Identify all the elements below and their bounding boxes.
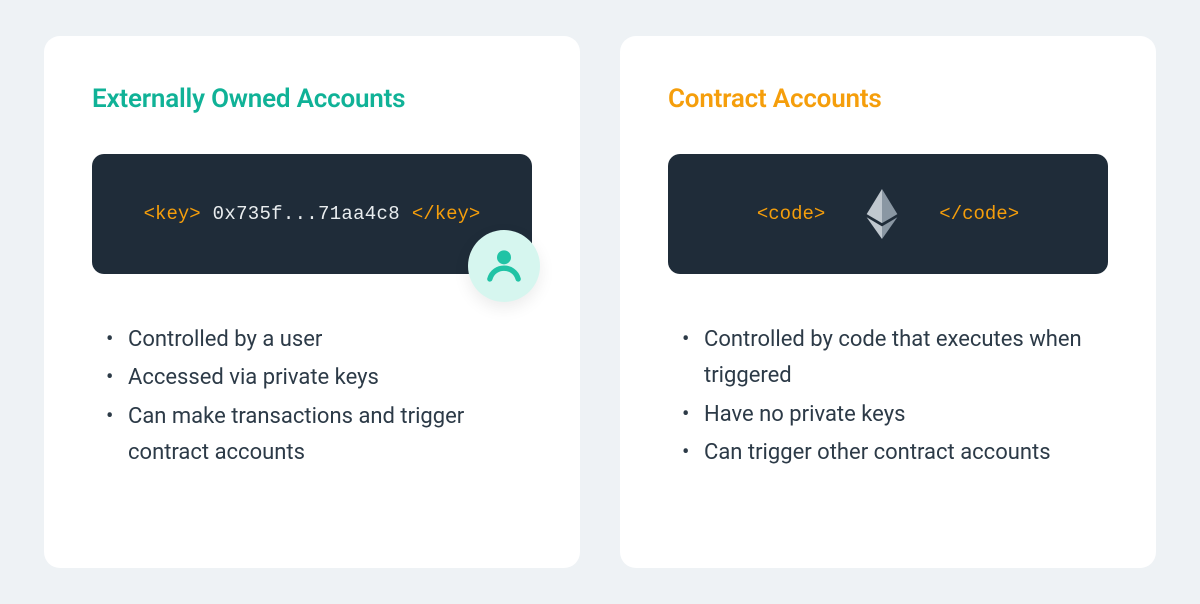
contract-title: Contract Accounts [668,84,1108,114]
eoa-codebox-wrap: <key> 0x735f...71aa4c8 </key> [92,154,532,274]
eoa-open-tag: <key> [144,203,201,225]
list-item: Have no private keys [676,397,1108,433]
eoa-card: Externally Owned Accounts <key> 0x735f..… [44,36,580,568]
contract-card: Contract Accounts <code> </code> Control… [620,36,1156,568]
eoa-title: Externally Owned Accounts [92,84,532,114]
eoa-close-tag: </key> [412,203,480,225]
list-item: Can trigger other contract accounts [676,435,1108,471]
eoa-feature-list: Controlled by a user Accessed via privat… [92,322,532,473]
eoa-codebox: <key> 0x735f...71aa4c8 </key> [92,154,532,274]
contract-close-tag: </code> [939,203,1019,225]
contract-open-tag: <code> [757,203,825,225]
list-item: Controlled by a user [100,322,532,358]
list-item: Controlled by code that executes when tr… [676,322,1108,395]
user-avatar-badge [468,230,540,302]
list-item: Accessed via private keys [100,360,532,396]
ethereum-icon [865,189,899,239]
contract-feature-list: Controlled by code that executes when tr… [668,322,1108,473]
user-icon [484,244,524,288]
list-item: Can make transactions and trigger contra… [100,399,532,472]
contract-codebox: <code> </code> [668,154,1108,274]
contract-codebox-wrap: <code> </code> [668,154,1108,274]
eoa-key-value: 0x735f...71aa4c8 [213,203,400,225]
